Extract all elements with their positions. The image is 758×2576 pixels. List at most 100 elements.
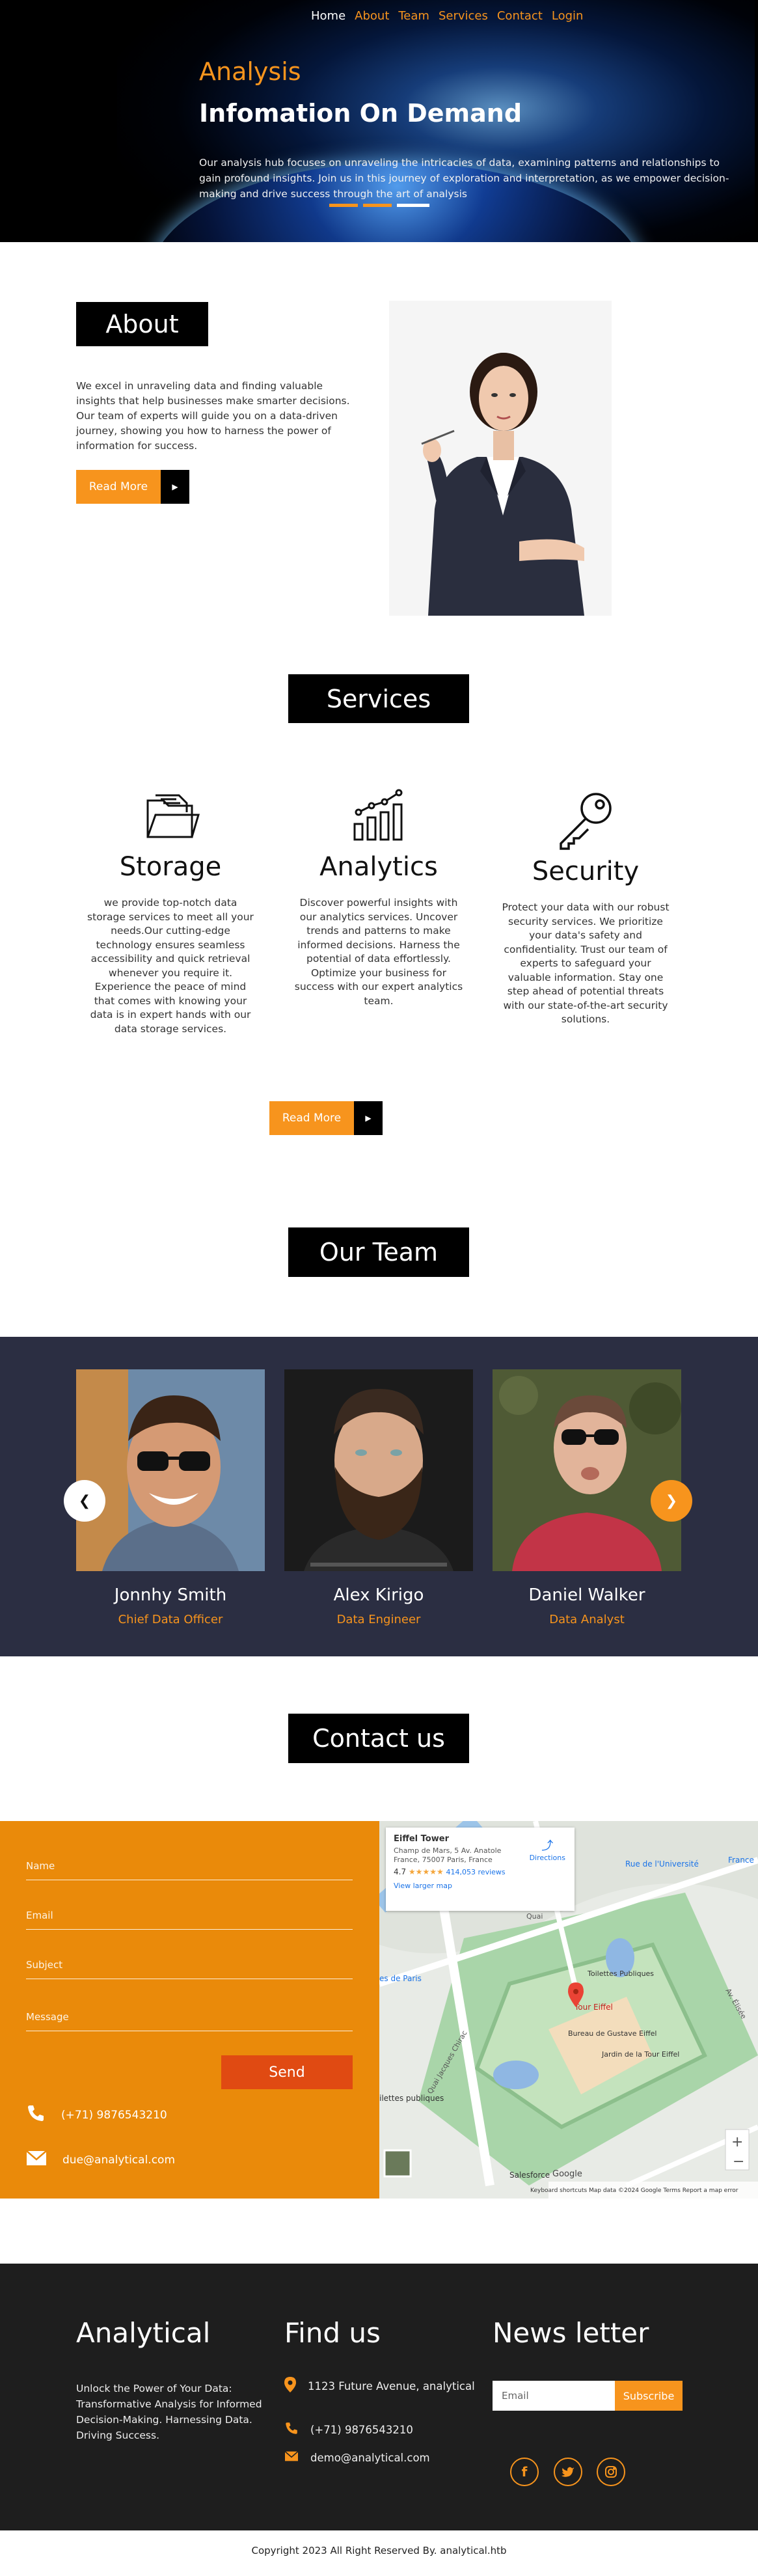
hero-lead: Our analysis hub focuses on unraveling t…	[199, 157, 729, 200]
map-label: France	[728, 1856, 754, 1865]
map-place-address: Champ de Mars, 5 Av. Anatole France, 750…	[394, 1846, 502, 1864]
footer-address-text: 1123 Future Avenue, analytical	[308, 2379, 475, 2392]
map-reviews-link[interactable]: 414,053 reviews	[446, 1868, 506, 1876]
nav-contact[interactable]: Contact	[497, 9, 543, 23]
about-heading: About	[76, 302, 208, 346]
twitter-icon[interactable]	[554, 2458, 582, 2486]
carousel-dot-2[interactable]	[363, 204, 392, 207]
name-field[interactable]: Name	[26, 1860, 353, 1880]
map-layer-toggle[interactable]	[383, 2149, 412, 2178]
team-member-name: Jonnhy Smith	[114, 1585, 227, 1605]
services-heading: Services	[288, 674, 469, 723]
footer-email-text[interactable]: demo@analytical.com	[310, 2452, 430, 2464]
site-footer: Analytical Unlock the Power of Your Data…	[0, 2264, 758, 2530]
service-card-analytics: Analytics Discover powerful insights wit…	[294, 784, 463, 1008]
contact-phone-text: (+71) 9876543210	[61, 2108, 167, 2122]
footer-find-us-heading: Find us	[284, 2317, 381, 2349]
read-more-label: Read More	[269, 1101, 354, 1135]
hero-banner: Home About Team Services Contact Login A…	[0, 0, 758, 242]
service-card-storage: Storage we provide top-notch data storag…	[86, 784, 255, 1036]
team-carousel: Jonnhy Smith Chief Data Officer Alex Kir…	[0, 1337, 758, 1656]
envelope-icon	[284, 2451, 299, 2464]
footer-description: Unlock the Power of Your Data: Transform…	[76, 2383, 262, 2441]
team-member-role: Data Analyst	[549, 1613, 625, 1626]
facebook-icon[interactable]: f	[510, 2458, 539, 2486]
nav-team[interactable]: Team	[398, 9, 429, 23]
map-label: Rue de l'Université	[625, 1859, 699, 1869]
hero-kicker: Analysis	[199, 57, 301, 86]
map-label: ilettes publiques	[379, 2094, 444, 2103]
map-rating: 4.7	[394, 1867, 407, 1876]
carousel-next-button[interactable]: ❯	[651, 1480, 692, 1522]
folder-icon	[86, 784, 255, 847]
contact-heading: Contact us	[288, 1714, 469, 1763]
newsletter-form: Email Subscribe	[493, 2381, 683, 2411]
email-field[interactable]: Email	[26, 1910, 353, 1930]
phone-icon	[26, 2103, 46, 2126]
hero-title: Infomation On Demand	[199, 99, 522, 128]
carousel-prev-button[interactable]: ❮	[64, 1480, 105, 1522]
phone-icon	[284, 2421, 299, 2438]
map-label: Jardin de la Tour Eiffel	[601, 2050, 679, 2059]
play-arrow-icon: ▶	[161, 470, 189, 504]
about-read-more-button[interactable]: Read More ▶	[76, 470, 189, 504]
directions-icon: ⤴	[541, 1839, 554, 1853]
subscribe-button[interactable]: Subscribe	[615, 2381, 683, 2411]
instagram-icon[interactable]	[597, 2458, 625, 2486]
subject-field[interactable]: Subject	[26, 1959, 353, 1979]
footer-brand: Analytical	[76, 2317, 211, 2349]
about-photo	[389, 301, 612, 616]
google-map[interactable]: Rue de l'Université France Tour Eiffel T…	[379, 1821, 758, 2199]
carousel-dot-3[interactable]	[397, 204, 429, 207]
map-footer-links[interactable]: Keyboard shortcuts Map data ©2024 Google…	[530, 2187, 738, 2194]
map-rating-stars: ★★★★★	[408, 1867, 444, 1876]
footer-phone-text: (+71) 9876543210	[310, 2423, 413, 2436]
team-heading: Our Team	[288, 1227, 469, 1277]
about-text: We excel in unraveling data and finding …	[76, 380, 350, 452]
team-member-name: Alex Kirigo	[333, 1585, 424, 1605]
service-text-storage: we provide top-notch data storage servic…	[87, 897, 254, 1035]
carousel-indicators	[329, 204, 429, 207]
newsletter-email-input[interactable]: Email	[493, 2381, 615, 2411]
service-title-storage: Storage	[119, 852, 222, 882]
zoom-out-button[interactable]: −	[733, 2154, 744, 2170]
chevron-left-icon: ❮	[78, 1492, 91, 1509]
map-label: Tour Eiffel	[574, 2003, 613, 2012]
map-label: Salesforce	[509, 2171, 550, 2180]
message-field[interactable]: Message	[26, 2011, 353, 2031]
team-member-card: Alex Kirigo Data Engineer	[284, 1369, 473, 1626]
nav-services[interactable]: Services	[439, 9, 488, 23]
team-member-photo	[493, 1369, 681, 1571]
nav-home[interactable]: Home	[311, 9, 345, 23]
send-button[interactable]: Send	[221, 2055, 353, 2089]
carousel-dot-1[interactable]	[329, 204, 358, 207]
service-title-analytics: Analytics	[319, 852, 438, 882]
contact-email: due@analytical.com	[26, 2150, 175, 2169]
read-more-label: Read More	[76, 470, 161, 504]
service-card-security: Security Protect your data with our robu…	[501, 789, 670, 1027]
map-label: Bureau de Gustave Eiffel	[568, 2029, 657, 2038]
businesswoman-illustration	[389, 301, 612, 616]
view-larger-map-link[interactable]: View larger map	[394, 1882, 567, 1890]
copyright-text: Copyright 2023 All Right Reserved By. an…	[251, 2545, 507, 2556]
footer-phone: (+71) 9876543210	[284, 2421, 413, 2438]
map-label: Toilettes Publiques	[587, 1969, 654, 1978]
team-member-photo	[76, 1369, 265, 1571]
key-icon	[501, 789, 670, 851]
google-logo: Google	[552, 2169, 582, 2179]
directions-label: Directions	[529, 1854, 565, 1862]
chevron-right-icon: ❯	[665, 1492, 678, 1509]
zoom-in-button[interactable]: +	[731, 2134, 743, 2150]
service-title-security: Security	[532, 856, 640, 886]
team-member-name: Daniel Walker	[528, 1585, 645, 1605]
nav-about[interactable]: About	[355, 9, 389, 23]
team-member-role: Data Engineer	[336, 1613, 421, 1626]
services-read-more-button[interactable]: Read More ▶	[269, 1101, 383, 1135]
map-place-card: Eiffel Tower Champ de Mars, 5 Av. Anatol…	[386, 1828, 575, 1911]
envelope-icon	[26, 2150, 47, 2169]
bar-chart-icon	[294, 784, 463, 847]
main-nav: Home About Team Services Contact Login	[311, 9, 583, 23]
footer-newsletter-heading: News letter	[493, 2317, 649, 2349]
directions-button[interactable]: ⤴ Directions	[530, 1837, 565, 1862]
nav-login[interactable]: Login	[552, 9, 584, 23]
